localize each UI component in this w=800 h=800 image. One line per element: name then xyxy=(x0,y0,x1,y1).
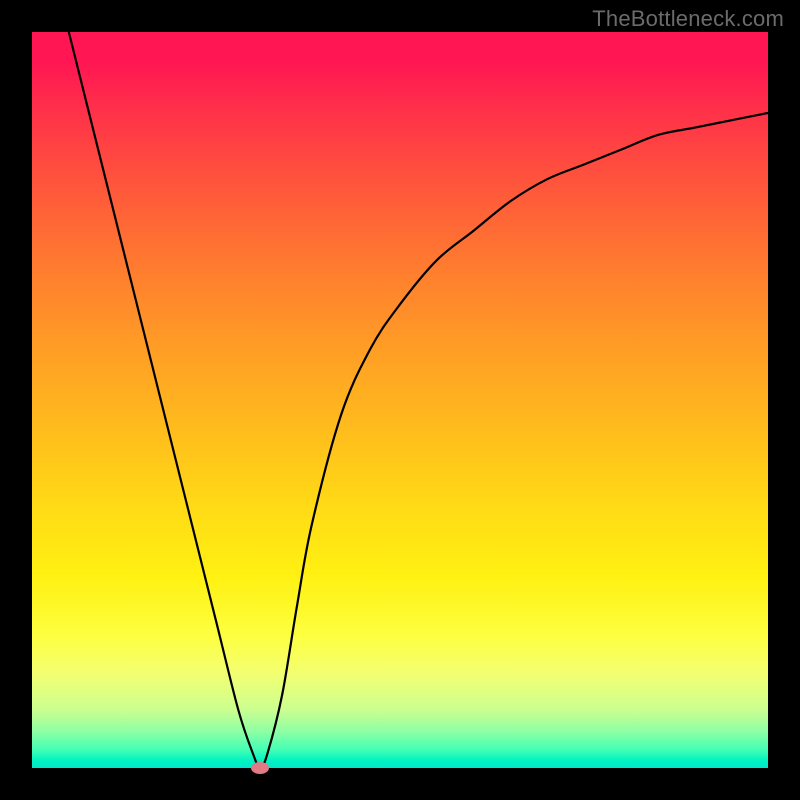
plot-area xyxy=(32,32,768,768)
chart-frame: TheBottleneck.com xyxy=(0,0,800,800)
minimum-marker-icon xyxy=(251,762,269,774)
watermark-text: TheBottleneck.com xyxy=(592,6,784,32)
curve-svg xyxy=(32,32,768,768)
bottleneck-curve xyxy=(69,32,768,768)
